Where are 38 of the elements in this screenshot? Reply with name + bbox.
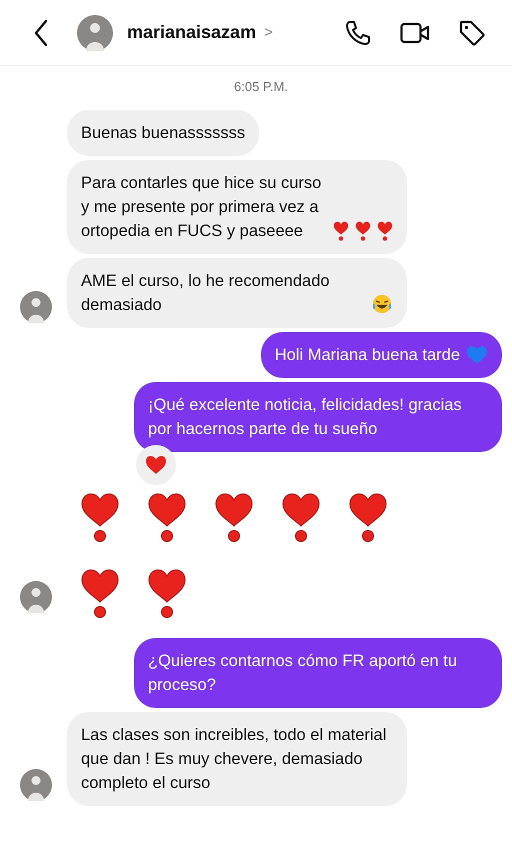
timestamp: 6:05 P.M. — [234, 79, 288, 94]
heart-exclamation-icon — [377, 221, 393, 241]
avatar[interactable] — [20, 769, 52, 801]
heart-exclamation-icon — [348, 492, 388, 542]
heart-exclamation-icon — [281, 492, 321, 542]
chevron-text[interactable]: > — [264, 24, 273, 41]
heart-icon — [466, 345, 488, 365]
message-text: Para contarles que hice su curso y me presente por primera vez a ortopedia en FUCS y paseeee — [81, 173, 322, 242]
message-text: ¿Quieres contarnos cómo FR aportó en tu proceso? — [148, 651, 458, 696]
message-text: Las clases son increibles, todo el material que dan ! Es muy chevere, demasiado completo el curso — [81, 725, 388, 794]
heart-exclamation-icon — [80, 492, 120, 542]
message-text: Holi Mariana buena tarde — [274, 345, 460, 366]
heart-exclamation-icon — [80, 568, 120, 618]
message-bubble[interactable]: AME el curso, lo he recomendado demasiado — [67, 258, 407, 328]
avatar[interactable] — [77, 14, 113, 50]
tag-icon[interactable] — [458, 18, 486, 46]
heart-reaction-icon[interactable] — [136, 445, 176, 485]
heart-exclamation-icon — [147, 568, 187, 618]
phone-icon[interactable] — [344, 18, 372, 46]
heart-exclamation-icon — [333, 221, 349, 241]
message-bubble[interactable]: Holi Mariana buena tarde — [260, 332, 502, 378]
avatar[interactable] — [20, 291, 52, 323]
heart-exclamation-icon — [147, 492, 187, 542]
message-bubble[interactable]: ¡Qué excelente noticia, felicidades! gracias por hacernos parte de tu sueño — [134, 382, 502, 452]
message-bubble[interactable]: ¿Quieres contarnos cómo FR aportó en tu proceso? — [134, 638, 502, 708]
message-bubble[interactable]: Buenas buenasssssss — [67, 110, 260, 156]
heart-exclamation-icon — [214, 492, 254, 542]
username[interactable]: marianaisazam — [127, 22, 256, 43]
message-text: AME el curso, lo he recomendado demasiado — [81, 271, 331, 316]
message-text: Buenas buenasssssss — [81, 123, 246, 144]
message-bubble[interactable]: Las clases son increibles, todo el material que dan ! Es muy chevere, demasiado completo el curso — [67, 712, 407, 806]
avatar[interactable] — [20, 581, 52, 613]
laughing-face-icon — [371, 293, 393, 315]
back-icon[interactable] — [33, 18, 49, 46]
message-text: ¡Qué excelente noticia, felicidades! gracias por hacernos parte de tu sueño — [148, 395, 463, 440]
heart-exclamation-icon — [355, 221, 371, 241]
message-bubble[interactable]: Para contarles que hice su curso y me presente por primera vez a ortopedia en FUCS y paseeee — [67, 160, 407, 254]
video-camera-icon[interactable] — [400, 20, 430, 44]
